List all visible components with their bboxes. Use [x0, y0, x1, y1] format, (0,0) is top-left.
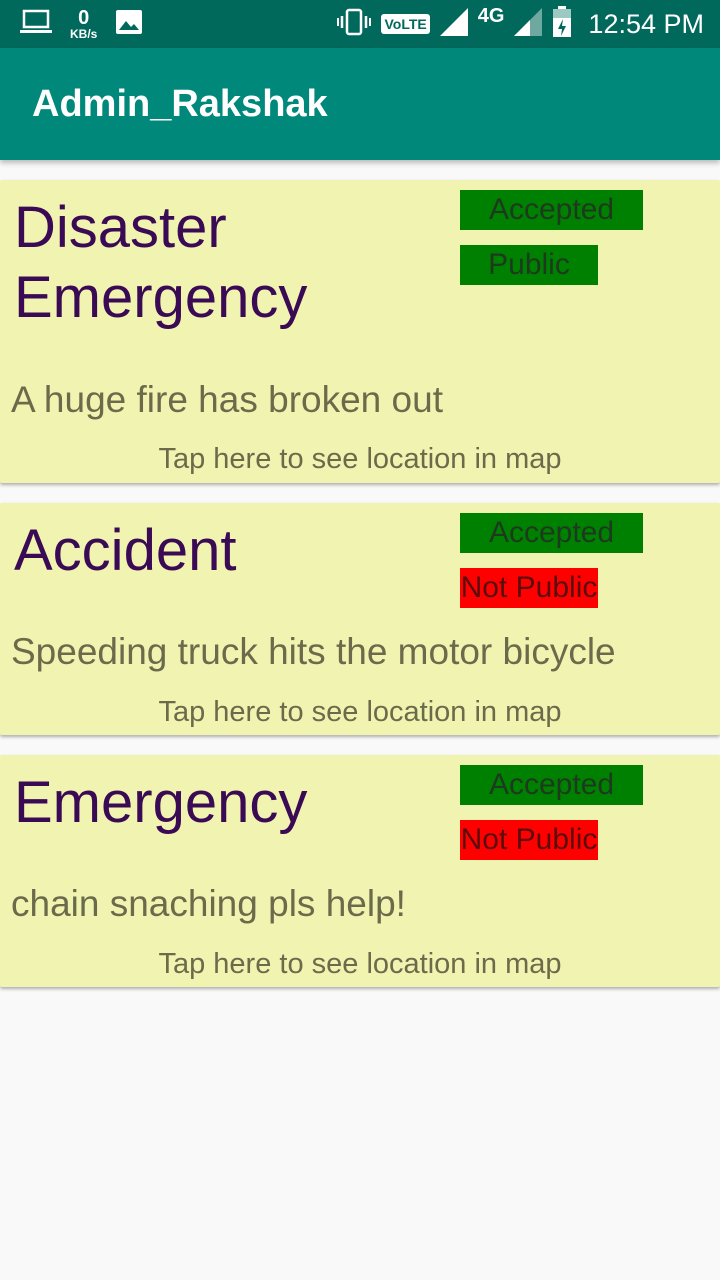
card-title-line: Disaster	[14, 195, 227, 260]
status-badge-accepted: Accepted	[460, 513, 643, 553]
emergency-card[interactable]: Accident Accepted Not Public Speeding tr…	[0, 503, 720, 735]
map-location-link[interactable]: Tap here to see location in map	[0, 695, 720, 729]
status-badge-accepted: Accepted	[460, 765, 643, 805]
status-time: 12:54 PM	[588, 8, 704, 39]
card-description: chain snaching pls help!	[11, 883, 406, 924]
map-location-link[interactable]: Tap here to see location in map	[0, 947, 720, 981]
card-title: Disaster Emergency	[14, 193, 307, 333]
visibility-badge-not-public: Not Public	[460, 820, 598, 860]
status-bar: 0 KB/s VoLTE 4G 12:54 PM	[0, 0, 720, 48]
emergency-card[interactable]: Disaster Emergency Accepted Public A hug…	[0, 180, 720, 483]
vibrate-icon	[337, 8, 372, 41]
card-title-line: Emergency	[14, 265, 308, 330]
card-title: Emergency	[14, 770, 308, 835]
signal-icon	[439, 7, 468, 41]
emergency-card[interactable]: Emergency Accepted Not Public chain snac…	[0, 755, 720, 987]
network-speed-indicator: 0 KB/s	[70, 8, 97, 40]
signal-weak-icon	[514, 7, 543, 41]
card-description: A huge fire has broken out	[11, 379, 443, 420]
map-location-link[interactable]: Tap here to see location in map	[0, 442, 720, 476]
image-icon	[115, 9, 143, 40]
card-description: Speeding truck hits the motor bicycle	[11, 631, 616, 672]
volte-badge: VoLTE	[381, 14, 430, 34]
card-title: Accident	[14, 518, 237, 583]
network-type: 4G	[477, 4, 505, 27]
status-badge-accepted: Accepted	[460, 190, 643, 230]
visibility-badge-not-public: Not Public	[460, 568, 598, 608]
app-bar: Admin_Rakshak	[0, 48, 720, 160]
laptop-icon	[20, 9, 52, 40]
visibility-badge-public: Public	[460, 245, 598, 285]
network-speed-value: 0	[78, 7, 90, 29]
network-speed-unit: KB/s	[70, 27, 98, 41]
battery-icon	[552, 5, 572, 43]
app-title: Admin_Rakshak	[32, 82, 328, 125]
